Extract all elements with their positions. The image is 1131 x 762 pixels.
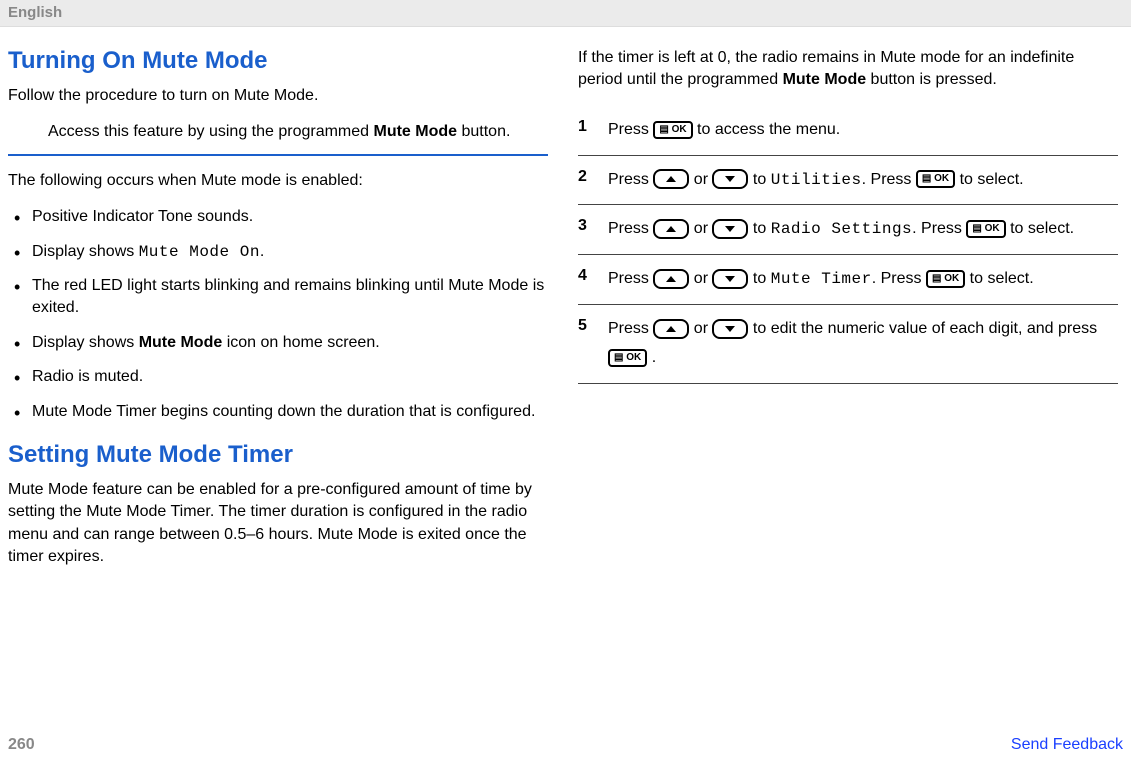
step-text: . Press [862, 171, 916, 188]
menu-item-dotted: Mute Timer [771, 270, 872, 288]
list-item: Display shows Mute Mode icon on home scr… [8, 332, 548, 354]
intro-text: Follow the procedure to turn on Mute Mod… [8, 85, 548, 107]
list-item: The red LED light starts blinking and re… [8, 275, 548, 320]
step-text: to [753, 270, 771, 287]
section2-body: Mute Mode feature can be enabled for a p… [8, 479, 548, 569]
list-item: Radio is muted. [8, 366, 548, 388]
down-arrow-icon [712, 169, 748, 189]
step-number: 2 [578, 166, 608, 186]
step-text: . Press [912, 220, 966, 237]
step-text: to edit the numeric value of each digit,… [753, 320, 1097, 337]
bullet-text: Mute Mode Timer begins counting down the… [32, 403, 535, 420]
instruction-post: button. [457, 123, 510, 140]
bullet-post: . [260, 243, 264, 260]
step-text: to select. [1010, 220, 1074, 237]
up-arrow-icon [653, 169, 689, 189]
ok-button-icon: ▤ OK [653, 121, 692, 139]
header-bar: English [0, 0, 1131, 27]
ok-button-icon: ▤ OK [926, 270, 965, 288]
step-body: Press or to Mute Timer. Press ▤ OK to se… [608, 265, 1118, 294]
step-body: Press ▤ OK to access the menu. [608, 116, 1118, 145]
step-text: or [694, 270, 713, 287]
bullet-post: icon on home screen. [222, 334, 379, 351]
page-number: 260 [8, 736, 35, 754]
section-title-mute-mode: Turning On Mute Mode [8, 47, 548, 75]
bullet-pre: Display shows [32, 243, 139, 260]
step-text: to select. [960, 171, 1024, 188]
ok-button-icon: ▤ OK [916, 170, 955, 188]
list-item: Mute Mode Timer begins counting down the… [8, 401, 548, 423]
instruction-callout: Access this feature by using the program… [8, 121, 548, 155]
down-arrow-icon [712, 319, 748, 339]
ok-button-icon: ▤ OK [966, 220, 1005, 238]
step-text: . Press [872, 270, 926, 287]
step-text: Press [608, 270, 653, 287]
down-arrow-icon [712, 269, 748, 289]
step-text: or [694, 320, 713, 337]
menu-item-dotted: Utilities [771, 171, 862, 189]
down-arrow-icon [712, 219, 748, 239]
step-row: 2 Press or to Utilities. Press ▤ OK to s… [578, 156, 1118, 206]
section-title-timer: Setting Mute Mode Timer [8, 441, 548, 469]
step-number: 4 [578, 265, 608, 285]
step-text: Press [608, 171, 653, 188]
send-feedback-link[interactable]: Send Feedback [1011, 736, 1123, 754]
header-language: English [8, 4, 62, 21]
step-body: Press or to Utilities. Press ▤ OK to sel… [608, 166, 1118, 195]
step-text: . [652, 349, 656, 366]
step-number: 5 [578, 315, 608, 335]
bullet-text: Radio is muted. [32, 368, 143, 385]
step-text: to [753, 220, 771, 237]
step-text: or [694, 171, 713, 188]
instruction-bold: Mute Mode [374, 123, 458, 140]
step-text: Press [608, 220, 653, 237]
step-number: 1 [578, 116, 608, 136]
list-item: Display shows Mute Mode On. [8, 241, 548, 263]
list-item: Positive Indicator Tone sounds. [8, 206, 548, 228]
bullet-text: The red LED light starts blinking and re… [32, 277, 544, 316]
menu-item-dotted: Radio Settings [771, 220, 912, 238]
left-column: Turning On Mute Mode Follow the procedur… [8, 37, 548, 582]
timer-note: If the timer is left at 0, the radio rem… [578, 47, 1118, 92]
footer: 260 Send Feedback [8, 736, 1123, 754]
note-post: button is pressed. [866, 71, 997, 88]
note-bold: Mute Mode [783, 71, 867, 88]
step-text: Press [608, 320, 653, 337]
step-text: to [753, 171, 771, 188]
up-arrow-icon [653, 269, 689, 289]
right-column: If the timer is left at 0, the radio rem… [578, 37, 1118, 582]
up-arrow-icon [653, 319, 689, 339]
step-row: 4 Press or to Mute Timer. Press ▤ OK to … [578, 255, 1118, 305]
instruction-text: Access this feature by using the program… [48, 121, 548, 143]
step-text: to access the menu. [697, 121, 840, 138]
enabled-intro: The following occurs when Mute mode is e… [8, 170, 548, 192]
bullet-bold: Mute Mode [139, 334, 223, 351]
step-list: 1 Press ▤ OK to access the menu. 2 Press… [578, 106, 1118, 384]
bullet-dotted: Mute Mode On [139, 243, 260, 261]
step-body: Press or to edit the numeric value of ea… [608, 315, 1118, 373]
ok-button-icon: ▤ OK [608, 349, 647, 367]
up-arrow-icon [653, 219, 689, 239]
bullet-text: Positive Indicator Tone sounds. [32, 208, 253, 225]
instruction-pre: Access this feature by using the program… [48, 123, 374, 140]
content-area: Turning On Mute Mode Follow the procedur… [0, 27, 1131, 582]
bullet-pre: Display shows [32, 334, 139, 351]
step-text: or [694, 220, 713, 237]
step-row: 1 Press ▤ OK to access the menu. [578, 106, 1118, 156]
step-text: Press [608, 121, 653, 138]
step-body: Press or to Radio Settings. Press ▤ OK t… [608, 215, 1118, 244]
bullet-list: Positive Indicator Tone sounds. Display … [8, 206, 548, 423]
step-row: 3 Press or to Radio Settings. Press ▤ OK… [578, 205, 1118, 255]
step-number: 3 [578, 215, 608, 235]
step-row: 5 Press or to edit the numeric value of … [578, 305, 1118, 384]
step-text: to select. [970, 270, 1034, 287]
